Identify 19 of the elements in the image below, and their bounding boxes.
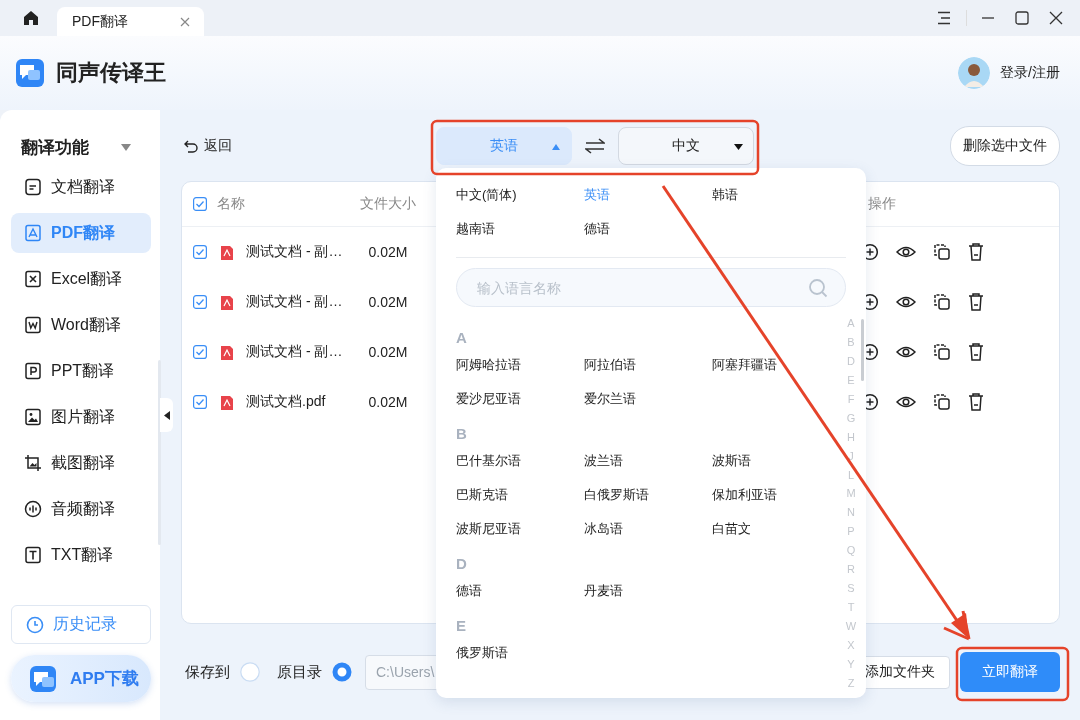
option-label: 原目录 <box>277 662 322 682</box>
sidebar-heading: 翻译功能 <box>21 136 89 159</box>
column-header: 名称 <box>217 195 246 213</box>
group-letter: E <box>456 616 466 636</box>
app-name: 同声传译王 <box>56 59 166 87</box>
group-letter: D <box>456 554 467 574</box>
file-size: 0.02M <box>367 294 409 310</box>
column-header: 操作 <box>867 195 897 213</box>
file-name: 测试文档 - 副… <box>246 343 343 361</box>
file-size: 0.02M <box>367 394 409 410</box>
file-name: 测试文档 - 副… <box>246 293 343 311</box>
group-letter: B <box>456 424 467 444</box>
file-size: 0.02M <box>367 344 409 360</box>
group-letter: A <box>456 328 467 348</box>
option-label: 保存到 <box>185 662 230 682</box>
file-size: 0.02M <box>367 244 409 260</box>
file-name: 测试文档 - 副… <box>246 243 343 261</box>
column-header: 文件大小 <box>360 195 416 213</box>
file-name: 测试文档.pdf <box>246 393 326 411</box>
